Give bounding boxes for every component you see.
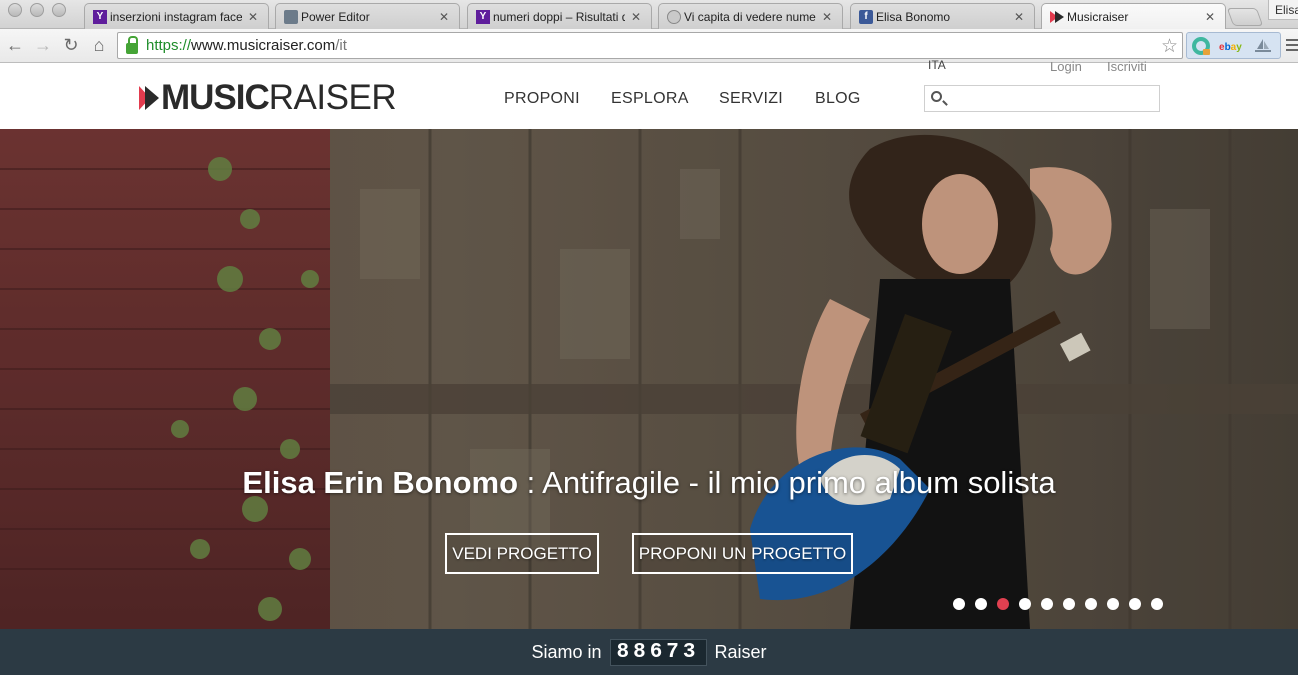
browser-tab-active[interactable]: Musicraiser ✕ xyxy=(1041,3,1226,30)
signup-link[interactable]: Iscriviti xyxy=(1107,59,1147,74)
tab-title: inserzioni instagram faceb xyxy=(110,9,242,24)
facebook-icon: f xyxy=(859,9,873,24)
zoom-window-button[interactable] xyxy=(52,3,66,17)
nav-servizi[interactable]: SERVIZI xyxy=(719,90,783,108)
carousel-dots xyxy=(953,598,1163,610)
tab-title: Musicraiser xyxy=(1067,10,1129,24)
nav-blog[interactable]: BLOG xyxy=(815,90,861,108)
carousel-dot[interactable] xyxy=(1019,598,1031,610)
close-icon[interactable]: ✕ xyxy=(439,10,449,24)
url-scheme: https:// xyxy=(146,37,192,54)
yahoo-icon: Y xyxy=(93,9,107,24)
counter-suffix: Raiser xyxy=(714,641,767,662)
close-icon[interactable]: ✕ xyxy=(1205,10,1215,24)
logo-mark-icon xyxy=(139,86,159,110)
url-host: www.musicraiser.com xyxy=(191,37,336,54)
close-window-button[interactable] xyxy=(8,3,22,17)
tab-title: Elisa Bonomo xyxy=(876,9,951,24)
language-selector[interactable]: ITA xyxy=(928,58,946,72)
view-project-button[interactable]: VEDI PROGETTO xyxy=(445,533,599,574)
sailboat-icon[interactable] xyxy=(1251,37,1275,55)
title-separator: : xyxy=(518,465,543,500)
tab-title: numeri doppi – Risultati di xyxy=(493,9,625,24)
extensions-area: ebay xyxy=(1186,32,1281,59)
reload-icon[interactable]: ↻ xyxy=(60,34,82,56)
back-arrow-icon[interactable]: ← xyxy=(4,34,26,56)
propose-project-button[interactable]: PROPONI UN PROGETTO xyxy=(632,533,853,574)
carousel-dot[interactable] xyxy=(1107,598,1119,610)
close-icon[interactable]: ✕ xyxy=(631,10,641,24)
carousel-dot[interactable] xyxy=(1063,598,1075,610)
search-icon xyxy=(931,91,942,102)
search-input[interactable] xyxy=(949,88,1154,109)
browser-tab[interactable]: Y numeri doppi – Risultati di ✕ xyxy=(467,3,652,29)
minimize-window-button[interactable] xyxy=(30,3,44,17)
nav-proponi[interactable]: PROPONI xyxy=(504,90,580,108)
musicraiser-icon xyxy=(1050,10,1064,24)
site-header: MUSIC RAISER PROPONI ESPLORA SERVIZI BLO… xyxy=(0,58,1298,129)
globe-icon xyxy=(667,9,681,24)
project-title[interactable]: Antifragile - il mio primo album solista xyxy=(542,465,1055,500)
lock-icon xyxy=(126,36,138,54)
ebay-icon[interactable]: ebay xyxy=(1217,37,1245,55)
forward-arrow-icon[interactable]: → xyxy=(32,34,54,56)
grammarly-icon[interactable] xyxy=(1191,37,1211,55)
counter-prefix: Siamo in xyxy=(531,641,602,662)
logo-text-bold: MUSIC xyxy=(161,78,270,117)
bookmark-star-icon[interactable]: ☆ xyxy=(1161,35,1178,58)
browser-tab[interactable]: Y inserzioni instagram faceb ✕ xyxy=(84,3,269,29)
carousel-dot[interactable] xyxy=(1085,598,1097,610)
browser-tab[interactable]: Vi capita di vedere numeri ✕ xyxy=(658,3,843,29)
artist-name[interactable]: Elisa Erin Bonomo xyxy=(242,465,518,500)
browser-toolbar: ← → ↻ ⌂ https:// www.musicraiser.com /it… xyxy=(0,29,1298,63)
carousel-dot[interactable] xyxy=(953,598,965,610)
site-search xyxy=(924,85,1160,112)
carousel-dot[interactable] xyxy=(1151,598,1163,610)
svg-text:ebay: ebay xyxy=(1219,42,1242,52)
profile-button[interactable]: Elisa xyxy=(1268,0,1298,20)
hero-carousel: Elisa Erin Bonomo : Antifragile - il mio… xyxy=(0,129,1298,629)
url-path: /it xyxy=(335,37,347,54)
close-icon[interactable]: ✕ xyxy=(248,10,258,24)
carousel-dot[interactable] xyxy=(1129,598,1141,610)
raiser-counter-bar: Siamo in 88673 Raiser xyxy=(0,629,1298,675)
nav-esplora[interactable]: ESPLORA xyxy=(611,90,689,108)
carousel-dot-active[interactable] xyxy=(997,598,1009,610)
menu-icon[interactable] xyxy=(1286,39,1298,51)
close-icon[interactable]: ✕ xyxy=(1014,10,1024,24)
browser-tab[interactable]: Power Editor ✕ xyxy=(275,3,460,29)
address-bar[interactable]: https:// www.musicraiser.com /it ☆ xyxy=(117,32,1183,59)
raiser-count: 88673 xyxy=(609,638,707,666)
browser-tab-bar: Y inserzioni instagram faceb ✕ Power Edi… xyxy=(0,0,1298,30)
close-icon[interactable]: ✕ xyxy=(822,10,832,24)
new-tab-button[interactable] xyxy=(1226,8,1264,26)
tab-title: Vi capita di vedere numeri xyxy=(684,9,816,24)
hero-title: Elisa Erin Bonomo : Antifragile - il mio… xyxy=(0,465,1298,501)
home-icon[interactable]: ⌂ xyxy=(88,34,110,56)
tab-title: Power Editor xyxy=(301,9,370,24)
carousel-dot[interactable] xyxy=(975,598,987,610)
musicraiser-logo[interactable]: MUSIC RAISER xyxy=(139,78,397,117)
carousel-dot[interactable] xyxy=(1041,598,1053,610)
yahoo-icon: Y xyxy=(476,9,490,24)
login-link[interactable]: Login xyxy=(1050,59,1082,74)
logo-text-light: RAISER xyxy=(268,78,397,117)
browser-tab[interactable]: f Elisa Bonomo ✕ xyxy=(850,3,1035,29)
document-icon xyxy=(284,9,298,24)
